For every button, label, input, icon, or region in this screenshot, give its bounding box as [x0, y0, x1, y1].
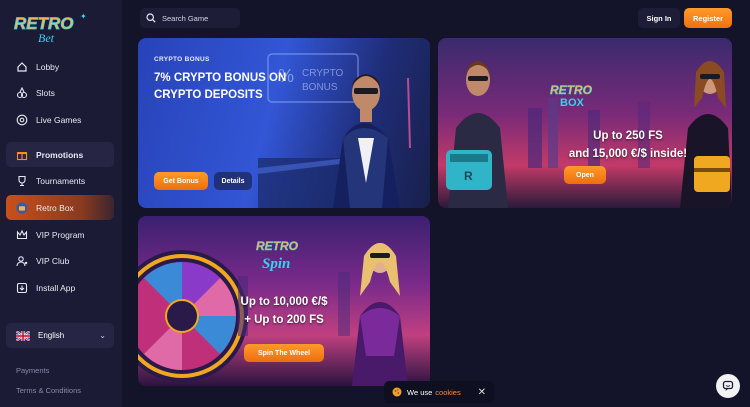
promo-card-crypto-bonus[interactable]: % CRYPTO BONUS CRYPTO BONUS 7% CRYPTO BO…: [138, 38, 430, 208]
sidebar-item-label: Lobby: [36, 61, 60, 72]
svg-text:BONUS: BONUS: [302, 82, 338, 93]
retro-bet-logo[interactable]: RETRO Bet ✦: [12, 10, 94, 46]
retro-spin-logo-bottom: Spin: [262, 256, 290, 272]
retro-box-line1: Up to 250 FS: [593, 130, 663, 142]
language-selector[interactable]: English ⌄: [6, 323, 114, 348]
close-icon[interactable]: ✕: [478, 387, 486, 398]
sidebar-item-vip-club[interactable]: VIP Club: [6, 249, 114, 274]
search-input[interactable]: Search Game: [140, 8, 240, 28]
sidebar-item-install-app[interactable]: Install App: [6, 276, 114, 301]
crypto-bonus-title: 7% CRYPTO BONUS ON CRYPTO DEPOSITS: [154, 72, 287, 101]
chat-button[interactable]: [716, 374, 740, 398]
retro-box-line2: and 15,000 €/$ inside!: [568, 147, 688, 160]
svg-text:Bet: Bet: [38, 31, 55, 45]
promo-card-retro-box[interactable]: R RETRO BOX Up to 250 FS and 15,000 €/$ …: [438, 38, 732, 208]
chat-icon: [722, 380, 734, 391]
retro-box-logo-bottom: BOX: [560, 97, 585, 109]
sidebar-item-slots[interactable]: Slots: [6, 81, 114, 106]
svg-text:✦: ✦: [80, 12, 87, 21]
promo-card-retro-spin[interactable]: RETRO Spin Up to 10,000 €/$ + Up to 200 …: [138, 216, 430, 386]
sidebar-item-label: Promotions: [36, 149, 84, 160]
search-placeholder: Search Game: [162, 13, 209, 23]
sidebar-item-live-games[interactable]: Live Games: [6, 107, 114, 132]
details-button[interactable]: Details: [214, 172, 252, 190]
retro-spin-logo-top: RETRO: [256, 239, 299, 253]
register-button[interactable]: Register: [684, 8, 732, 28]
sign-in-button[interactable]: Sign In: [638, 8, 680, 28]
sidebar-item-label: Slots: [36, 88, 55, 99]
sidebar-item-tournaments[interactable]: Tournaments: [6, 169, 114, 194]
sidebar-item-retro-box[interactable]: Retro Box: [6, 195, 114, 221]
retro-box-icon: [16, 202, 28, 214]
cookie-icon: [392, 387, 402, 397]
spin-the-wheel-button[interactable]: Spin The Wheel: [244, 344, 324, 362]
cookie-text: We use: [407, 387, 433, 397]
crown-icon: [16, 229, 28, 241]
open-button[interactable]: Open: [564, 166, 606, 184]
home-icon: [16, 61, 28, 73]
retro-spin-offer: Up to 10,000 €/$ + Up to 200 FS: [224, 294, 344, 330]
retro-box-offer: Up to 250 FS and 15,000 €/$ inside!: [538, 128, 718, 164]
slots-icon: [16, 87, 28, 99]
sidebar-item-label: VIP Club: [36, 256, 70, 267]
retro-box-logo-top: RETRO: [550, 83, 593, 97]
sidebar-item-promotions[interactable]: Promotions: [6, 142, 114, 168]
gift-icon: [16, 149, 28, 161]
top-bar: Search Game Sign In Register: [122, 0, 750, 36]
language-label: English: [38, 331, 65, 340]
sidebar-item-label: Install App: [36, 283, 76, 293]
svg-text:R: R: [464, 169, 473, 183]
sidebar-item-label: Tournaments: [36, 176, 86, 187]
users-icon: [16, 255, 28, 267]
svg-text:CRYPTO: CRYPTO: [302, 68, 344, 79]
sidebar-item-label: Retro Box: [36, 202, 74, 213]
live-games-icon: [16, 114, 28, 126]
uk-flag-icon: [16, 330, 30, 341]
sidebar-item-label: Live Games: [36, 114, 82, 125]
search-icon: [146, 13, 156, 23]
sidebar-item-vip-program[interactable]: VIP Program: [6, 222, 114, 247]
sidebar-item-label: VIP Program: [36, 229, 85, 240]
footer-link-payments[interactable]: Payments: [16, 366, 49, 375]
chevron-down-icon: ⌄: [99, 331, 106, 340]
sidebar: RETRO Bet ✦ Lobby Slots Live Games Promo…: [0, 0, 122, 407]
retro-spin-line1: Up to 10,000 €/$: [240, 296, 328, 308]
cookie-banner: We use cookies ✕: [384, 381, 494, 403]
retro-spin-line2: + Up to 200 FS: [244, 313, 324, 326]
trophy-icon: [16, 175, 28, 187]
get-bonus-button[interactable]: Get Bonus: [154, 172, 208, 190]
cookies-link[interactable]: cookies: [435, 388, 460, 397]
sidebar-item-lobby[interactable]: Lobby: [6, 54, 114, 79]
sidebar-nav: Lobby Slots Live Games Promotions Tourna…: [6, 54, 114, 302]
download-icon: [16, 282, 28, 294]
crypto-bonus-eyebrow: CRYPTO BONUS: [154, 56, 210, 63]
footer-link-terms[interactable]: Terms & Conditions: [16, 386, 81, 395]
